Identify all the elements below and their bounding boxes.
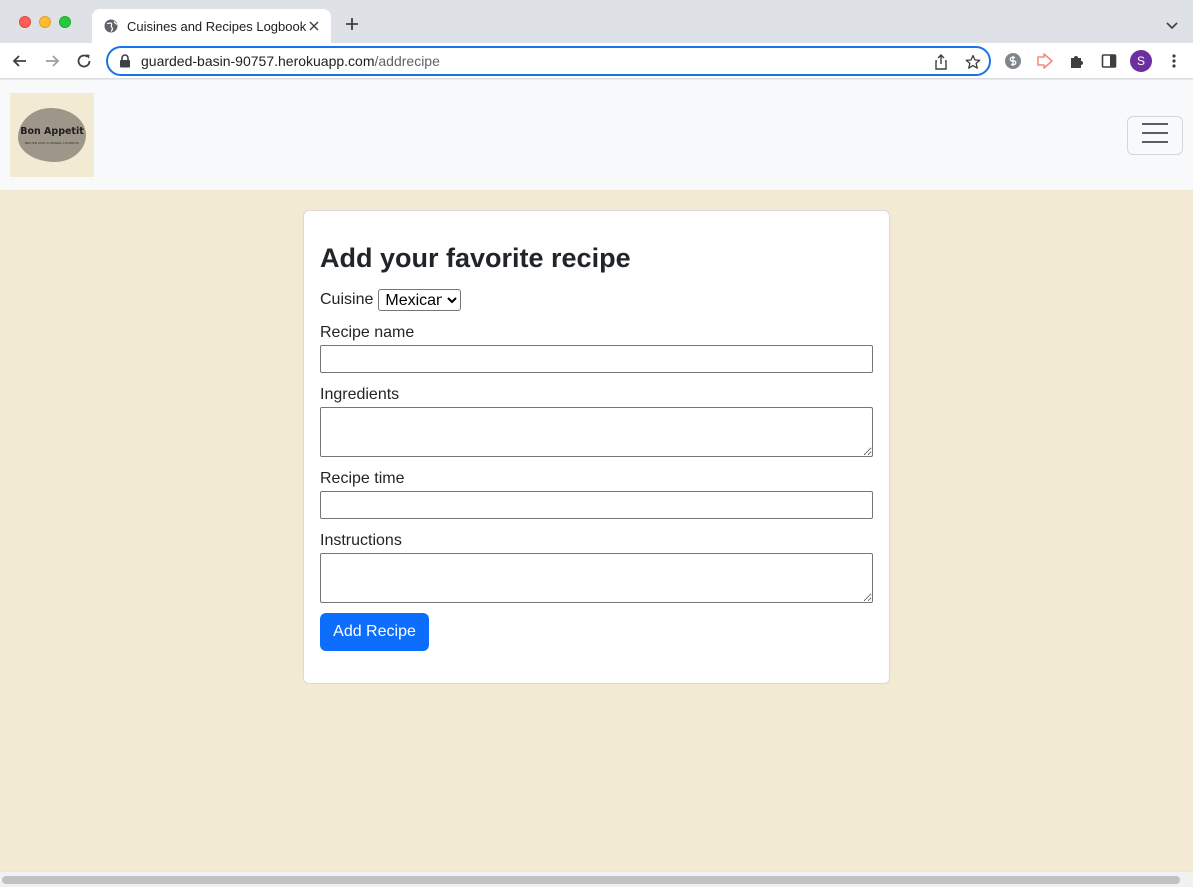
cuisine-select[interactable]: Mexican bbox=[378, 289, 462, 311]
bookmark-star-icon[interactable] bbox=[964, 53, 982, 71]
logo-text: Bon Appetit bbox=[20, 125, 84, 137]
add-recipe-button[interactable]: Add Recipe bbox=[320, 613, 429, 651]
recipe-name-input[interactable] bbox=[320, 345, 873, 373]
side-panel-icon[interactable] bbox=[1099, 51, 1119, 71]
globe-icon bbox=[104, 19, 118, 33]
hamburger-menu-icon bbox=[1141, 122, 1169, 149]
maximize-window-button[interactable] bbox=[59, 16, 71, 28]
site-navbar: Bon Appetit RECIPE AND CUISINES LOGBOOK bbox=[0, 80, 1193, 190]
logo-blob: Bon Appetit RECIPE AND CUISINES LOGBOOK bbox=[18, 108, 86, 162]
browser-toolbar: guarded-basin-90757.herokuapp.com/addrec… bbox=[0, 43, 1193, 79]
new-tab-icon[interactable] bbox=[343, 15, 361, 33]
extension-dollar-icon[interactable] bbox=[1003, 51, 1023, 71]
navbar-toggle-button[interactable] bbox=[1127, 116, 1183, 155]
extensions-puzzle-icon[interactable] bbox=[1067, 51, 1087, 71]
instructions-textarea[interactable] bbox=[320, 553, 873, 603]
instructions-label: Instructions bbox=[320, 532, 402, 549]
cuisine-label: Cuisine bbox=[320, 291, 374, 308]
back-arrow-icon[interactable] bbox=[10, 51, 30, 71]
profile-avatar[interactable]: S bbox=[1130, 50, 1152, 72]
add-recipe-card: Add your favorite recipe Cuisine Mexican… bbox=[303, 210, 890, 684]
share-icon[interactable] bbox=[932, 53, 950, 71]
forward-arrow-icon[interactable] bbox=[42, 51, 62, 71]
browser-window: Cuisines and Recipes Logbook guarded-bas… bbox=[0, 0, 1193, 887]
close-tab-icon[interactable] bbox=[306, 18, 321, 34]
url-host: guarded-basin-90757.herokuapp.com bbox=[141, 53, 375, 69]
tab-strip: Cuisines and Recipes Logbook bbox=[0, 0, 1193, 43]
url-path: /addrecipe bbox=[374, 53, 440, 69]
close-window-button[interactable] bbox=[19, 16, 31, 28]
scrollbar-thumb[interactable] bbox=[2, 876, 1180, 884]
reload-icon[interactable] bbox=[74, 51, 94, 71]
cuisine-row: Cuisine Mexican bbox=[320, 289, 462, 311]
more-menu-icon[interactable] bbox=[1164, 51, 1184, 71]
logo-subtext: RECIPE AND CUISINES LOGBOOK bbox=[24, 140, 80, 145]
lock-icon bbox=[119, 54, 131, 68]
site-logo[interactable]: Bon Appetit RECIPE AND CUISINES LOGBOOK bbox=[10, 93, 94, 177]
browser-tab-active[interactable]: Cuisines and Recipes Logbook bbox=[92, 9, 331, 43]
recipe-time-label: Recipe time bbox=[320, 470, 405, 487]
url-text: guarded-basin-90757.herokuapp.com/addrec… bbox=[141, 53, 440, 69]
extension-arrow-icon[interactable] bbox=[1035, 51, 1055, 71]
horizontal-scrollbar[interactable] bbox=[0, 871, 1193, 887]
ingredients-textarea[interactable] bbox=[320, 407, 873, 457]
recipe-time-input[interactable] bbox=[320, 491, 873, 519]
page-title: Add your favorite recipe bbox=[320, 243, 631, 273]
recipe-name-label: Recipe name bbox=[320, 324, 415, 341]
chevron-down-icon[interactable] bbox=[1164, 17, 1180, 33]
ingredients-label: Ingredients bbox=[320, 386, 400, 403]
address-bar[interactable]: guarded-basin-90757.herokuapp.com/addrec… bbox=[106, 46, 991, 76]
tab-title: Cuisines and Recipes Logbook bbox=[127, 18, 307, 34]
minimize-window-button[interactable] bbox=[39, 16, 51, 28]
